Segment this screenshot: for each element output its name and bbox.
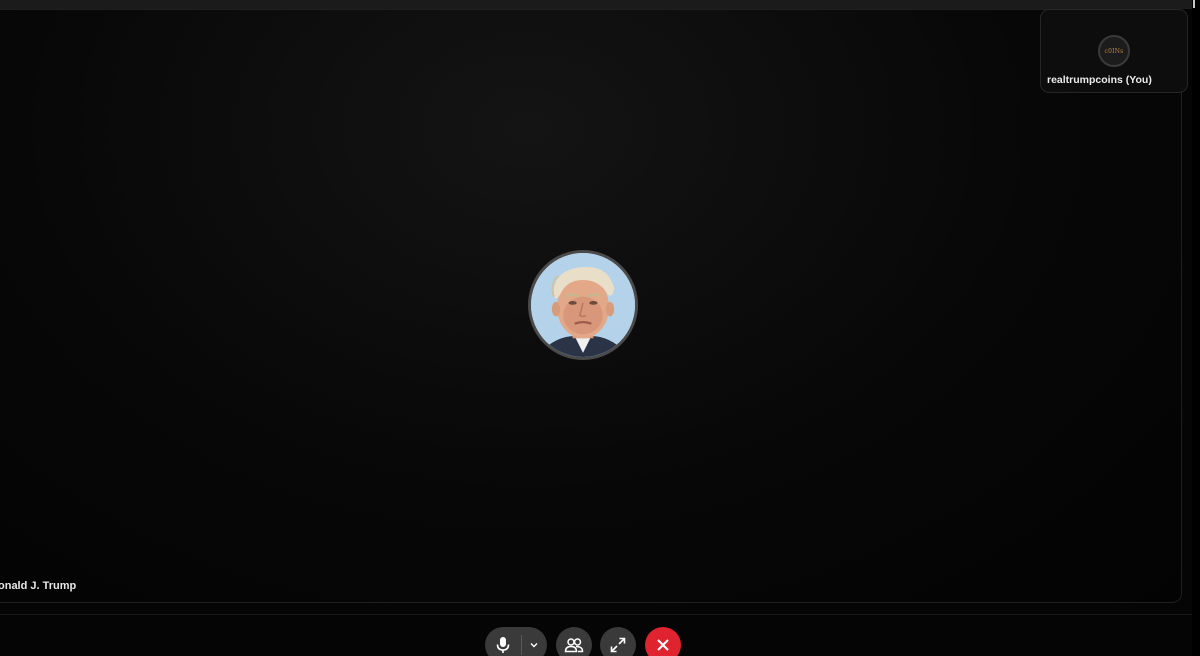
close-icon bbox=[656, 638, 670, 652]
chevron-down-icon bbox=[529, 641, 539, 649]
leave-call-button[interactable] bbox=[645, 627, 681, 656]
mic-control-group bbox=[485, 627, 547, 656]
fullscreen-button[interactable] bbox=[600, 627, 636, 656]
call-controls-bar bbox=[0, 615, 1200, 656]
microphone-icon bbox=[495, 636, 511, 654]
video-call-window: onald J. Trump c0INs realtrumpcoins (You… bbox=[0, 0, 1200, 656]
mic-button[interactable] bbox=[485, 627, 521, 656]
window-right-edge bbox=[1192, 0, 1200, 656]
participant-photo bbox=[531, 253, 635, 357]
self-avatar-text: c0INs bbox=[1104, 47, 1124, 55]
self-video-tile[interactable]: c0INs realtrumpcoins (You) bbox=[1040, 9, 1188, 93]
top-strip bbox=[0, 0, 1200, 9]
scrollbar-thumb[interactable] bbox=[1193, 0, 1195, 8]
participants-button[interactable] bbox=[556, 627, 592, 656]
self-participant-name: realtrumpcoins (You) bbox=[1047, 74, 1152, 86]
main-participant-name: onald J. Trump bbox=[0, 580, 77, 592]
main-participant-avatar bbox=[528, 250, 638, 360]
expand-icon bbox=[610, 637, 626, 653]
mic-options-button[interactable] bbox=[522, 627, 546, 656]
coin-logo: c0INs bbox=[1098, 35, 1130, 67]
people-icon bbox=[564, 637, 584, 653]
